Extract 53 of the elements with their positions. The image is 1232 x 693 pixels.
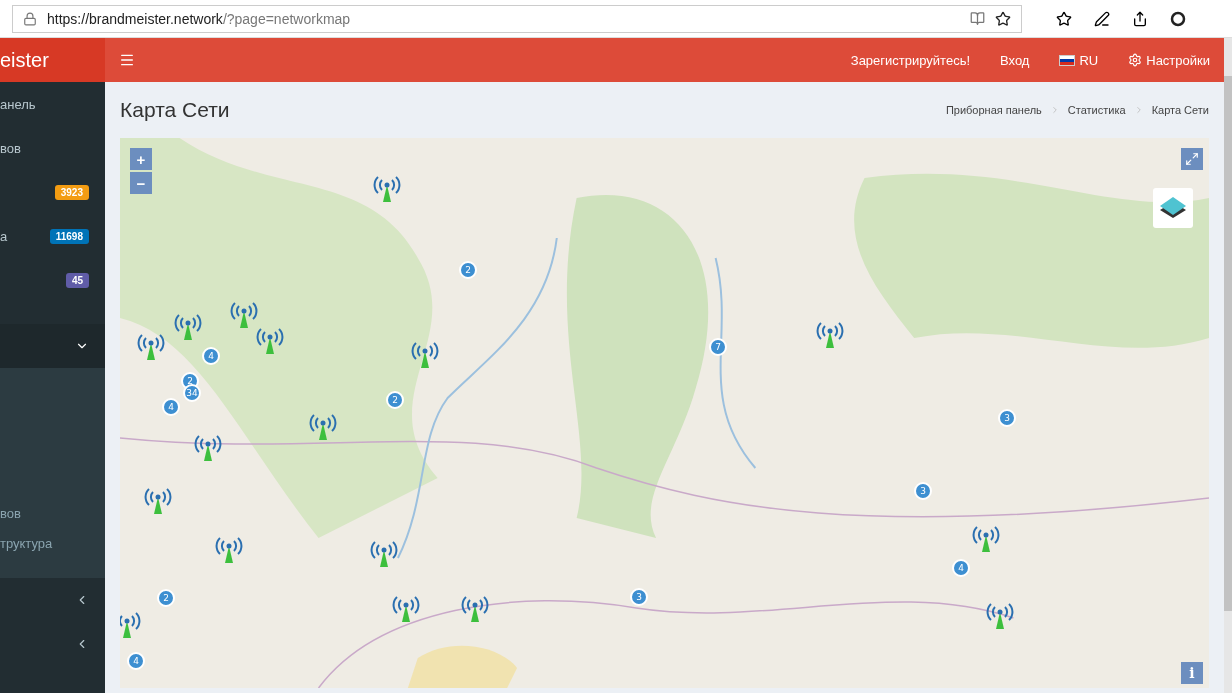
radio-tower-icon[interactable] <box>369 539 399 569</box>
layers-button[interactable] <box>1153 188 1193 228</box>
sidebar-item[interactable]: вов <box>0 126 105 170</box>
flag-icon <box>1059 54 1076 66</box>
radio-tower-icon[interactable] <box>460 594 490 624</box>
submenu-item[interactable]: труктура <box>0 536 105 554</box>
nav-link[interactable]: RU <box>1059 52 1099 68</box>
radio-tower-icon[interactable] <box>193 433 223 463</box>
submenu-item[interactable]: вов <box>0 506 105 524</box>
count-badge: 11698 <box>49 228 89 244</box>
sidebar-item[interactable]: а <box>0 228 8 244</box>
reading-view-icon[interactable] <box>970 11 985 26</box>
zoom-in-button[interactable]: + <box>130 148 152 170</box>
share-icon[interactable] <box>1132 10 1148 27</box>
radio-tower-icon[interactable] <box>255 326 285 356</box>
gear-icon <box>1128 53 1143 67</box>
url-text: https://brandmeister.network/?page=networkmap <box>47 10 351 27</box>
breadcrumb[interactable]: Приборная панель <box>945 104 1042 116</box>
expand-arrows-icon <box>1185 152 1199 166</box>
count-badge: 45 <box>65 272 89 288</box>
favorites-list-icon[interactable] <box>1056 10 1072 27</box>
radio-tower-icon[interactable] <box>391 594 421 624</box>
radio-tower-icon[interactable] <box>143 486 173 516</box>
radio-tower-icon[interactable] <box>120 610 142 640</box>
radio-tower-icon[interactable] <box>410 340 440 370</box>
nav-link[interactable]: Вход <box>1000 52 1030 68</box>
sidebar-item[interactable]: анель <box>0 82 105 126</box>
nav-link[interactable]: Зарегистрируйтесь! <box>850 52 971 68</box>
radio-tower-icon[interactable] <box>136 332 166 362</box>
zoom-out-button[interactable]: − <box>130 172 152 194</box>
scrollbar-thumb[interactable] <box>1224 76 1232 611</box>
info-button[interactable]: i <box>1181 662 1203 684</box>
radio-tower-icon[interactable] <box>971 524 1001 554</box>
radio-tower-icon[interactable] <box>815 320 845 350</box>
radio-tower-icon[interactable] <box>372 174 402 204</box>
fullscreen-button[interactable] <box>1181 148 1203 170</box>
radio-tower-icon[interactable] <box>985 601 1015 631</box>
circle-icon[interactable] <box>1170 10 1186 27</box>
count-badge: 3923 <box>54 184 89 200</box>
page-title: Карта Сети <box>120 98 230 122</box>
breadcrumb: Карта Сети <box>1151 104 1209 116</box>
menu-icon[interactable] <box>119 52 135 68</box>
lock-icon <box>23 11 37 26</box>
radio-tower-icon[interactable] <box>229 300 259 330</box>
radio-tower-icon[interactable] <box>214 535 244 565</box>
radio-tower-icon[interactable] <box>173 312 203 342</box>
nav-link[interactable]: Настройки <box>1128 52 1210 68</box>
favorite-icon[interactable] <box>995 10 1011 27</box>
address-bar[interactable]: https://brandmeister.network/?page=networkmap <box>12 4 1022 33</box>
radio-tower-icon[interactable] <box>308 412 338 442</box>
pen-icon[interactable] <box>1094 10 1110 27</box>
logo-text[interactable]: eister <box>0 38 105 82</box>
breadcrumb[interactable]: Статистика <box>1067 104 1126 116</box>
